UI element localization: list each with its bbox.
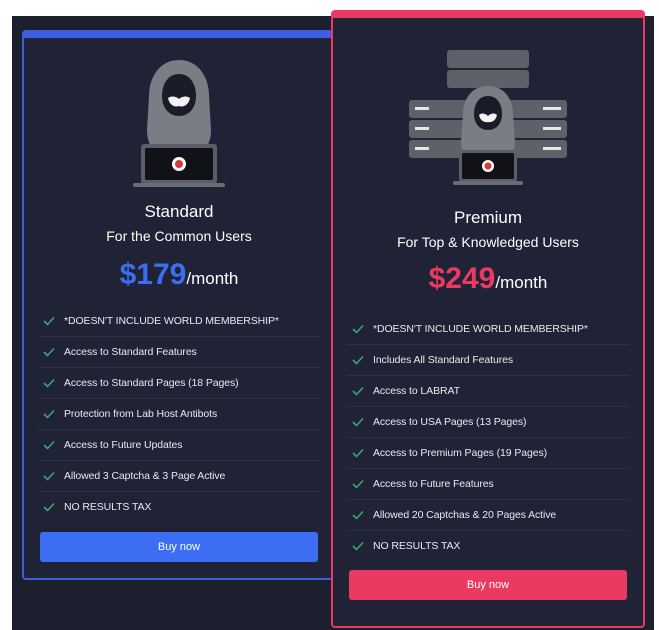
hacker-servers-icon xyxy=(333,38,643,188)
list-item: NO RESULTS TAX xyxy=(347,531,629,561)
plan-price: $179/month xyxy=(24,258,334,292)
check-icon xyxy=(43,316,55,326)
check-icon xyxy=(352,448,364,458)
check-icon xyxy=(352,417,364,427)
plan-name: Premium xyxy=(453,208,522,227)
feature-text: *DOESN'T INCLUDE WORLD MEMBERSHIP* xyxy=(64,315,279,327)
check-icon xyxy=(43,409,55,419)
feature-text: NO RESULTS TAX xyxy=(373,540,461,552)
feature-text: Allowed 20 Captchas & 20 Pages Active xyxy=(373,509,557,521)
buy-now-button[interactable]: Buy now xyxy=(349,570,627,600)
feature-text: Access to Standard Pages (18 Pages) xyxy=(64,377,239,389)
price-amount: $179 xyxy=(119,258,187,291)
feature-text: Access to USA Pages (13 Pages) xyxy=(373,416,527,428)
plan-tagline: For the Common Users xyxy=(106,228,252,244)
list-item: Access to Future Features xyxy=(347,469,629,500)
list-item: Protection from Lab Host Antibots xyxy=(38,399,320,430)
check-icon xyxy=(352,386,364,396)
feature-text: *DOESN'T INCLUDE WORLD MEMBERSHIP* xyxy=(373,323,588,335)
check-icon xyxy=(43,378,55,388)
feature-text: Includes All Standard Features xyxy=(373,354,514,366)
plan-tagline: For Top & Knowledged Users xyxy=(397,234,579,250)
feature-text: Access to Standard Features xyxy=(64,346,197,358)
price-period: /month xyxy=(186,269,239,288)
price-amount: $249 xyxy=(428,262,496,295)
plan-card-premium: Premium For Top & Knowledged Users $249/… xyxy=(331,10,645,628)
list-item: NO RESULTS TAX xyxy=(38,492,320,522)
list-item: *DOESN'T INCLUDE WORLD MEMBERSHIP* xyxy=(38,306,320,337)
feature-text: Access to Future Updates xyxy=(64,439,183,451)
list-item: Includes All Standard Features xyxy=(347,345,629,376)
plan-price: $249/month xyxy=(333,262,643,296)
list-item: Access to Standard Pages (18 Pages) xyxy=(38,368,320,399)
list-item: Access to Future Updates xyxy=(38,430,320,461)
list-item: Allowed 3 Captcha & 3 Page Active xyxy=(38,461,320,492)
list-item: Allowed 20 Captchas & 20 Pages Active xyxy=(347,500,629,531)
check-icon xyxy=(352,324,364,334)
check-icon xyxy=(352,510,364,520)
check-icon xyxy=(43,347,55,357)
list-item: Access to Standard Features xyxy=(38,337,320,368)
feature-list: *DOESN'T INCLUDE WORLD MEMBERSHIP* Acces… xyxy=(38,306,320,522)
feature-list: *DOESN'T INCLUDE WORLD MEMBERSHIP* Inclu… xyxy=(347,314,629,561)
list-item: Access to LABRAT xyxy=(347,376,629,407)
buy-now-button[interactable]: Buy now xyxy=(40,532,318,562)
check-icon xyxy=(43,471,55,481)
list-item: Access to USA Pages (13 Pages) xyxy=(347,407,629,438)
feature-text: Protection from Lab Host Antibots xyxy=(64,408,218,420)
feature-text: NO RESULTS TAX xyxy=(64,501,152,513)
feature-text: Access to LABRAT xyxy=(373,385,460,397)
list-item: *DOESN'T INCLUDE WORLD MEMBERSHIP* xyxy=(347,314,629,345)
check-icon xyxy=(352,355,364,365)
feature-text: Allowed 3 Captcha & 3 Page Active xyxy=(64,470,226,482)
plan-card-standard: Standard For the Common Users $179/month… xyxy=(22,30,336,580)
hacker-laptop-icon xyxy=(24,38,334,188)
check-icon xyxy=(352,541,364,551)
feature-text: Access to Future Features xyxy=(373,478,494,490)
feature-text: Access to Premium Pages (19 Pages) xyxy=(373,447,548,459)
plan-name: Standard xyxy=(144,202,214,221)
price-period: /month xyxy=(495,273,548,292)
list-item: Access to Premium Pages (19 Pages) xyxy=(347,438,629,469)
check-icon xyxy=(43,440,55,450)
check-icon xyxy=(352,479,364,489)
check-icon xyxy=(43,502,55,512)
